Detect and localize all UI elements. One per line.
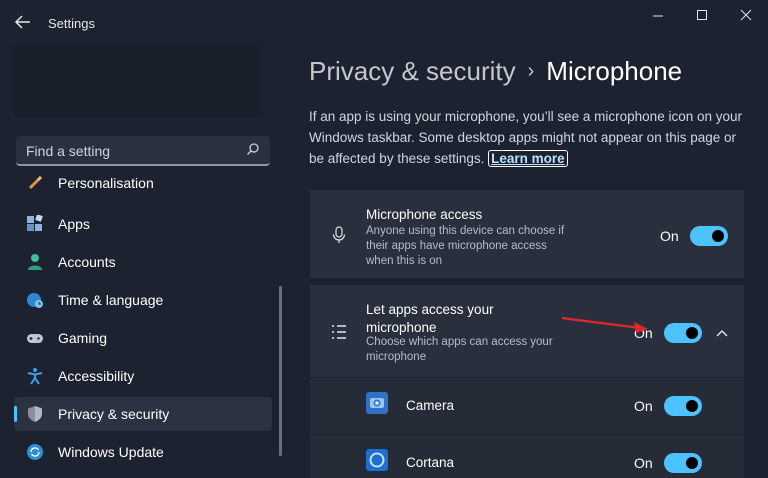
page-title: Microphone <box>546 56 682 86</box>
sidebar-item-personalisation[interactable]: Personalisation <box>14 174 272 200</box>
globe-clock-icon <box>26 291 44 309</box>
user-profile-block[interactable] <box>14 44 262 118</box>
sidebar-item-label: Accessibility <box>58 368 134 384</box>
window-title: Settings <box>48 16 95 31</box>
breadcrumb: Privacy & security › Microphone <box>309 56 682 87</box>
sidebar-scrollbar[interactable] <box>279 286 282 456</box>
shield-icon <box>26 405 44 423</box>
breadcrumb-separator: › <box>528 60 535 82</box>
apps-access-title: Let apps access your microphone <box>366 301 536 337</box>
sidebar-item-accessibility[interactable]: Accessibility <box>14 359 272 393</box>
microphone-icon <box>330 226 348 244</box>
apps-icon <box>26 215 44 233</box>
toggle-knob <box>686 327 698 339</box>
maximize-icon[interactable] <box>690 8 714 22</box>
app-row-camera: Camera On <box>310 378 744 434</box>
sidebar-item-label: Windows Update <box>58 444 164 460</box>
toggle-knob <box>686 400 698 412</box>
toggle-knob <box>686 457 698 469</box>
sidebar-item-privacy-security[interactable]: Privacy & security <box>14 397 272 431</box>
sidebar-item-label: Time & language <box>58 292 163 308</box>
list-icon <box>330 323 348 341</box>
toggle-knob <box>712 230 724 242</box>
apps-access-subtitle: Choose which apps can access your microp… <box>366 335 556 365</box>
microphone-access-toggle[interactable] <box>690 226 728 246</box>
sidebar-item-time-language[interactable]: Time & language <box>14 283 272 317</box>
main-content: Privacy & security › Microphone If an app … <box>290 44 768 478</box>
sidebar-item-label: Personalisation <box>58 175 154 191</box>
cortana-toggle[interactable] <box>664 453 702 473</box>
sidebar-item-label: Apps <box>58 216 90 232</box>
update-icon <box>26 443 44 461</box>
sidebar-item-gaming[interactable]: Gaming <box>14 321 272 355</box>
cortana-icon <box>366 449 388 471</box>
title-bar: Settings <box>0 0 768 44</box>
sidebar-item-label: Gaming <box>58 330 107 346</box>
minimize-icon[interactable] <box>646 8 670 22</box>
breadcrumb-parent[interactable]: Privacy & security <box>309 56 516 86</box>
cortana-state: On <box>634 455 653 471</box>
person-icon <box>26 253 44 271</box>
search-input[interactable]: Find a setting <box>16 136 270 166</box>
camera-icon <box>366 392 388 414</box>
sidebar-nav: Personalisation Apps Accounts <box>14 174 272 478</box>
brush-icon <box>26 174 44 192</box>
page-description: If an app is using your microphone, you’… <box>309 106 749 169</box>
back-arrow-icon[interactable] <box>12 12 34 32</box>
apps-access-card: Let apps access your microphone Choose w… <box>310 285 744 377</box>
microphone-access-card: Microphone access Anyone using this devi… <box>310 190 744 278</box>
microphone-access-state: On <box>660 228 679 244</box>
microphone-access-title: Microphone access <box>366 207 482 222</box>
sidebar-item-label: Accounts <box>58 254 116 270</box>
sidebar-item-apps[interactable]: Apps <box>14 207 272 241</box>
sidebar-item-windows-update[interactable]: Windows Update <box>14 435 272 469</box>
camera-state: On <box>634 398 653 414</box>
search-icon[interactable] <box>246 142 260 156</box>
apps-access-toggle[interactable] <box>664 323 702 343</box>
sidebar-item-label: Privacy & security <box>58 406 169 422</box>
camera-toggle[interactable] <box>664 396 702 416</box>
learn-more-link[interactable]: Learn more <box>488 150 568 167</box>
accessibility-icon <box>26 367 44 385</box>
sidebar: Find a setting Personalisation <box>0 44 290 478</box>
app-name-cortana: Cortana <box>406 455 454 470</box>
settings-window: Settings Find a setting <box>0 0 768 478</box>
chevron-up-icon[interactable] <box>715 328 729 338</box>
app-name-camera: Camera <box>406 398 454 413</box>
microphone-access-subtitle: Anyone using this device can choose if t… <box>366 224 566 269</box>
search-placeholder: Find a setting <box>26 143 110 159</box>
close-icon[interactable] <box>734 8 758 22</box>
gamepad-icon <box>26 329 44 347</box>
sidebar-item-accounts[interactable]: Accounts <box>14 245 272 279</box>
annotation-arrow-icon <box>558 314 654 336</box>
app-row-cortana: Cortana On <box>310 435 744 478</box>
